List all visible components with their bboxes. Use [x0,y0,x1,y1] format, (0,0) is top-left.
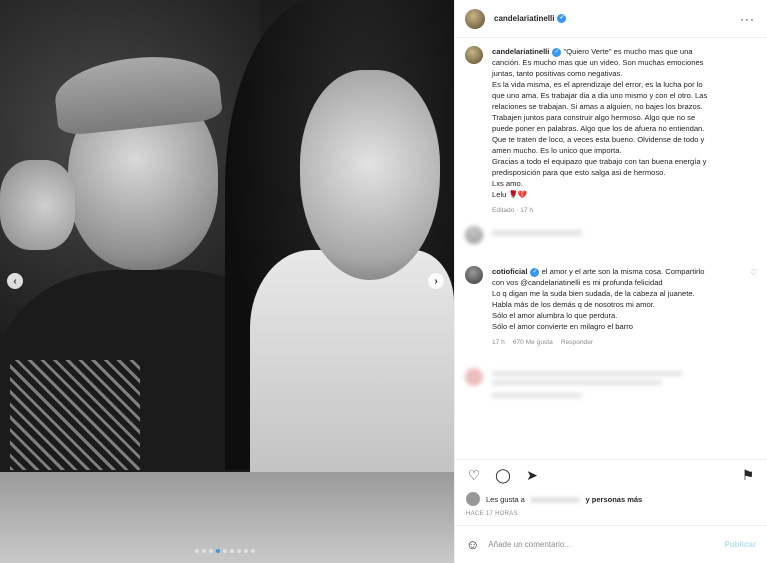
avatar[interactable] [465,46,483,64]
text-line: predisposición para que esto salga asi d… [492,168,666,177]
post-time[interactable]: HACE 17 HORAS [455,507,767,525]
username-link[interactable]: candelariatinelli ✓ [494,13,567,24]
photo-shirt-print [10,360,140,470]
carousel-dot [237,549,241,553]
previous-photo-button[interactable]: ‹ [7,273,23,289]
avatar [465,226,483,244]
avatar[interactable] [465,266,483,284]
caption-username[interactable]: candelariatinelli [492,47,549,56]
text-line: que uno ama. Es trabajar dia a dia uno m… [492,91,708,100]
text-line: Trabajen juntos para construir algo herm… [492,113,696,122]
avatar [465,368,483,386]
verified-icon: ✓ [557,14,567,24]
text-line: relaciones se trabajan. Si amas a alguie… [492,102,703,111]
more-options-icon[interactable]: ··· [740,12,755,26]
verified-icon: ✓ [552,47,562,57]
text-line: Lelu 🌹💔 [492,190,528,199]
carousel-dot [230,549,234,553]
publish-button[interactable]: Publicar [724,540,756,549]
comment-icon[interactable]: ◯ [495,467,511,484]
carousel-dot [209,549,213,553]
blurred-comment [465,368,757,398]
bookmark-icon[interactable]: ⚑ [740,467,756,484]
like-comment-icon[interactable]: ♡ [750,268,757,277]
comment-username[interactable]: cotioficial [492,267,527,276]
next-photo-button[interactable]: › [428,273,444,289]
heart-icon[interactable]: ♡ [466,467,482,484]
text-line: Sólo el amor alumbra lo que perdura. [492,311,618,320]
carousel-indicator [195,549,255,553]
comment-text: cotioficial ✓ el amor y el arte son la mi… [492,266,741,332]
carousel-dot [195,549,199,553]
comment-input[interactable] [488,540,716,549]
text-line: Gracias a todo el equipazo que trabajo c… [492,157,707,166]
reply-button[interactable]: Responder [561,337,593,348]
text-line: Sólo el amor convierte en milagro el bar… [492,322,633,331]
photo-woman-face [300,70,440,280]
post-actions: ♡ ◯ ➤ ⚑ [455,459,767,491]
carousel-dot [202,549,206,553]
instagram-post: ‹ › candelariatinelli ✓ ··· candelariatin… [0,0,767,563]
verified-icon: ✓ [530,267,540,277]
comment: cotioficial ✓ el amor y el arte son la mi… [465,266,757,348]
add-comment-bar: ☺ Publicar [455,525,767,563]
text-line: Que te traten de loco, a veces esta buen… [492,135,705,144]
blurred-comment [465,226,757,256]
text-line: amen mucho. Es lo unico que importa. [492,146,622,155]
comment-time: 17 h [492,339,505,346]
caption-meta: Editado · 17 h [492,205,757,216]
likes-count-link[interactable]: y personas más [586,495,643,504]
photo-coat [250,250,454,510]
share-icon[interactable]: ➤ [524,467,540,484]
text-line: el amor y el arte son la misma cosa. Com… [541,267,705,276]
text-line: Es la vida misma, es el aprendizaje del … [492,80,703,89]
caption-text: candelariatinelli ✓ "Quiero Verte" es muc… [492,46,757,200]
carousel-dot [223,549,227,553]
text-line: juntas, tanto positivas como negativas. [492,69,623,78]
username-text: candelariatinelli [494,13,555,23]
likes-prefix: Les gusta a [486,494,525,504]
post-header: candelariatinelli ✓ ··· [455,0,767,38]
avatar [466,492,480,506]
comment-meta: 17 h 670 Me gusta Responder [492,337,741,348]
blurred-username: xxxxxxxxxxxxx [530,494,580,504]
text-line: Lo q digan me la suda bien sudada, de la… [492,289,695,298]
text-line: puede poner en palabras. Algo que los de… [492,124,705,133]
avatar[interactable] [465,8,485,29]
text-line: con vos @candelariatinelli es mi profund… [492,278,663,287]
carousel-dot [251,549,255,553]
caption-meta-text: Editado · 17 h [492,207,534,214]
carousel-dot [244,549,248,553]
chevron-right-icon: › [434,275,438,287]
comment-likes[interactable]: 670 Me gusta [513,337,553,348]
caption: candelariatinelli ✓ "Quiero Verte" es muc… [465,46,757,216]
text-line: "Quiero Verte" es mucho mas que una [563,47,693,56]
text-line: Lxs amo. [492,179,523,188]
text-line: Habla más de los demás q de nosotros mi … [492,300,655,309]
post-photo[interactable]: ‹ › [0,0,454,563]
post-side-panel: candelariatinelli ✓ ··· candelariatinelli… [454,0,767,563]
carousel-dot [216,549,220,553]
comments-list[interactable]: candelariatinelli ✓ "Quiero Verte" es muc… [455,38,767,459]
emoji-icon[interactable]: ☺ [466,537,479,552]
text-line: canción. Es mucho mas que un video. Son … [492,58,704,67]
likes-summary: Les gusta a xxxxxxxxxxxxx y personas más [455,491,767,507]
photo-hand [0,160,75,250]
chevron-left-icon: ‹ [13,275,17,287]
